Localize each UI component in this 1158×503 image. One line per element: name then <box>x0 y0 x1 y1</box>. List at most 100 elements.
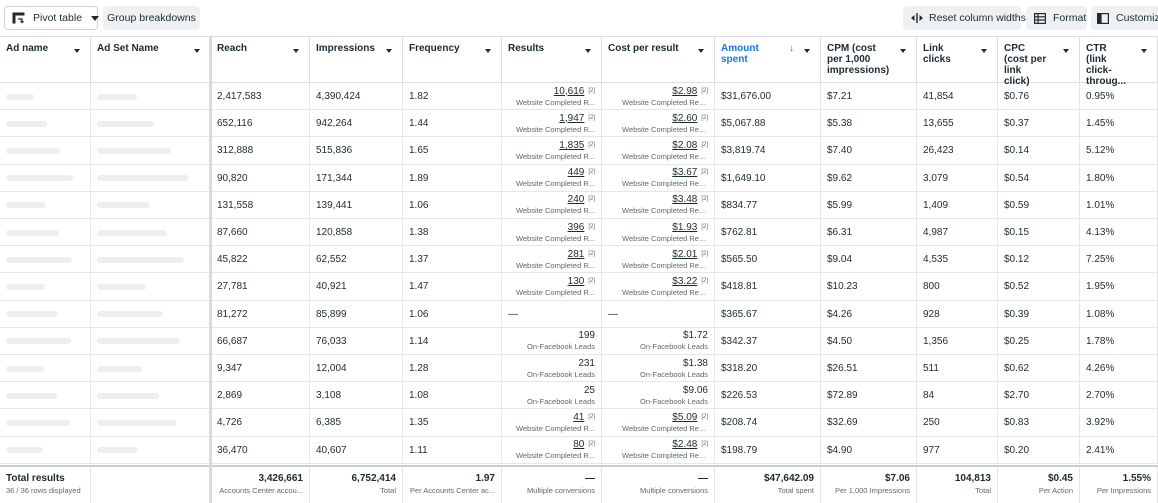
results-cell[interactable]: 10,616 [2] Website Completed R... <box>502 83 602 110</box>
column-header-reach[interactable]: Reach <box>211 37 310 83</box>
ad-name-cell[interactable] <box>0 273 91 301</box>
cpr-cell[interactable]: $2.60 [2] Website Completed Regist... <box>602 110 715 138</box>
column-menu-chevron-icon[interactable] <box>190 45 204 57</box>
ad-set-name-cell[interactable] <box>91 300 211 328</box>
ad-set-name-cell[interactable] <box>91 273 211 301</box>
table-row[interactable]: 2,869 3,108 1.08 25 On-Facebook Leads $9.06 On… <box>0 382 1158 410</box>
column-menu-chevron-icon[interactable] <box>382 45 396 57</box>
table-row[interactable]: 87,660 120,858 1.38 396 [2] Website Completed… <box>0 219 1158 247</box>
ad-set-name-cell[interactable] <box>91 137 211 165</box>
results-value[interactable]: 240 [2] <box>568 194 595 205</box>
ad-set-name-cell[interactable] <box>91 219 211 246</box>
results-cell[interactable]: 1,947 [2] Website Completed R... <box>502 110 602 138</box>
cpr-cell[interactable]: $2.01 [2] Website Completed Regist... <box>602 246 715 274</box>
column-header-cpc[interactable]: CPC (cost per link click) <box>998 37 1080 87</box>
group-breakdowns-button[interactable]: Group breakdowns <box>103 6 200 30</box>
cpr-cell[interactable]: $3.67 [2] Website Completed Regist... <box>602 164 715 192</box>
column-menu-chevron-icon[interactable] <box>70 45 84 57</box>
table-row[interactable]: 312,888 515,836 1.65 1,835 [2] Website Comple… <box>0 137 1158 165</box>
column-menu-chevron-icon[interactable] <box>977 45 991 57</box>
column-header-clicks[interactable]: Link clicks <box>917 37 998 83</box>
column-menu-chevron-icon[interactable] <box>581 45 595 57</box>
table-row[interactable]: 81,272 85,899 1.06 — — $365.67 $4.26 928 $0.39 1.… <box>0 300 1158 328</box>
cpr-cell[interactable]: $2.98 [2] Website Completed Regist... <box>602 83 715 110</box>
frozen-column-divider[interactable] <box>209 36 212 503</box>
table-row[interactable]: 4,726 6,385 1.35 41 [2] Website Completed R..… <box>0 409 1158 437</box>
ad-name-cell[interactable] <box>0 191 91 219</box>
column-menu-chevron-icon[interactable] <box>694 45 708 57</box>
column-menu-chevron-icon[interactable] <box>800 45 814 57</box>
table-row[interactable]: 90,820 171,344 1.89 449 [2] Website Completed… <box>0 164 1158 192</box>
ad-name-cell[interactable] <box>0 382 91 410</box>
ad-name-cell[interactable] <box>0 137 91 165</box>
results-cell[interactable]: 41 [2] Website Completed R... <box>502 409 602 437</box>
column-header-ctr[interactable]: CTR (link click-throug... <box>1080 37 1158 87</box>
ad-set-name-cell[interactable] <box>91 382 211 410</box>
customize-button[interactable]: Customize <box>1091 6 1158 30</box>
ad-name-cell[interactable] <box>0 327 91 355</box>
results-value[interactable]: 10,616 [2] <box>554 86 595 97</box>
results-value[interactable]: 80 [2] <box>573 439 595 450</box>
column-header-frequency[interactable]: Frequency <box>403 37 502 83</box>
table-row[interactable]: 652,116 942,264 1.44 1,947 [2] Website Comple… <box>0 110 1158 138</box>
cpr-value[interactable]: $2.60 [2] <box>672 113 708 124</box>
results-cell[interactable]: 130 [2] Website Completed R... <box>502 273 602 301</box>
cpr-value[interactable]: $3.48 [2] <box>672 194 708 205</box>
ad-set-name-cell[interactable] <box>91 436 211 464</box>
cpr-value[interactable]: $2.01 [2] <box>672 249 708 260</box>
table-row[interactable]: 66,687 76,033 1.14 199 On-Facebook Leads $1.7… <box>0 327 1158 355</box>
format-button[interactable]: Format <box>1026 6 1087 30</box>
results-cell[interactable]: 1,835 [2] Website Completed R... <box>502 137 602 165</box>
results-cell[interactable]: 449 [2] Website Completed R... <box>502 164 602 192</box>
column-header-adset[interactable]: Ad Set Name <box>91 37 211 83</box>
ad-set-name-cell[interactable] <box>91 83 211 110</box>
column-menu-chevron-icon[interactable] <box>289 45 303 57</box>
cpr-cell[interactable]: $2.08 [2] Website Completed Regist... <box>602 137 715 165</box>
sort-descending-icon[interactable]: ↓ <box>789 43 794 54</box>
ad-name-cell[interactable] <box>0 436 91 464</box>
results-value[interactable]: 1,947 [2] <box>559 113 595 124</box>
cpr-cell[interactable]: $5.09 [2] Website Completed Regist... <box>602 409 715 437</box>
ad-set-name-cell[interactable] <box>91 191 211 219</box>
table-row[interactable]: 9,347 12,004 1.28 231 On-Facebook Leads $1.38… <box>0 355 1158 383</box>
results-value[interactable]: 1,835 [2] <box>559 140 595 151</box>
column-header-amount[interactable]: Amount spent ↓ <box>715 37 821 83</box>
ad-name-cell[interactable] <box>0 83 91 110</box>
reset-column-widths-button[interactable]: Reset column widths <box>903 6 1026 30</box>
cpr-value[interactable]: $5.09 [2] <box>672 412 708 423</box>
results-value[interactable]: 281 [2] <box>568 249 595 260</box>
column-menu-chevron-icon[interactable] <box>1059 45 1073 57</box>
cpr-value[interactable]: $3.67 [2] <box>672 167 708 178</box>
results-cell[interactable]: 240 [2] Website Completed R... <box>502 191 602 219</box>
results-cell[interactable]: 281 [2] Website Completed R... <box>502 246 602 274</box>
ad-set-name-cell[interactable] <box>91 164 211 192</box>
ad-set-name-cell[interactable] <box>91 246 211 274</box>
ad-name-cell[interactable] <box>0 110 91 138</box>
column-header-cpm[interactable]: CPM (cost per 1,000 impressions) <box>821 37 917 83</box>
ad-name-cell[interactable] <box>0 246 91 274</box>
ad-set-name-cell[interactable] <box>91 110 211 138</box>
table-row[interactable]: 36,470 40,607 1.11 80 [2] Website Completed R… <box>0 436 1158 464</box>
ad-name-cell[interactable] <box>0 355 91 382</box>
column-header-impressions[interactable]: Impressions <box>310 37 403 83</box>
column-menu-chevron-icon[interactable] <box>896 45 910 57</box>
cpr-cell[interactable]: $2.48 [2] Website Completed Regist... <box>602 436 715 464</box>
table-row[interactable]: 2,417,583 4,390,424 1.82 10,616 [2] Website C… <box>0 83 1158 111</box>
column-menu-chevron-icon[interactable] <box>481 45 495 57</box>
ad-set-name-cell[interactable] <box>91 355 211 382</box>
cpr-value[interactable]: $2.48 [2] <box>672 439 708 450</box>
table-row[interactable]: 45,822 62,552 1.37 281 [2] Website Completed … <box>0 246 1158 274</box>
results-cell[interactable]: 396 [2] Website Completed R... <box>502 219 602 246</box>
cpr-value[interactable]: $2.98 [2] <box>672 86 708 97</box>
cpr-value[interactable]: $3.22 [2] <box>672 276 708 287</box>
table-row[interactable]: 131,558 139,441 1.06 240 [2] Website Complete… <box>0 191 1158 219</box>
cpr-cell[interactable]: $1.93 [2] Website Completed Regist... <box>602 219 715 246</box>
ad-name-cell[interactable] <box>0 409 91 437</box>
column-header-cpr[interactable]: Cost per result <box>602 37 715 83</box>
cpr-cell[interactable]: $3.22 [2] Website Completed Regist... <box>602 273 715 301</box>
results-value[interactable]: 130 [2] <box>568 276 595 287</box>
ad-name-cell[interactable] <box>0 164 91 192</box>
table-row[interactable]: 27,781 40,921 1.47 130 [2] Website Completed … <box>0 273 1158 301</box>
cpr-cell[interactable]: $3.48 [2] Website Completed Regist... <box>602 191 715 219</box>
column-header-results[interactable]: Results <box>502 37 602 83</box>
